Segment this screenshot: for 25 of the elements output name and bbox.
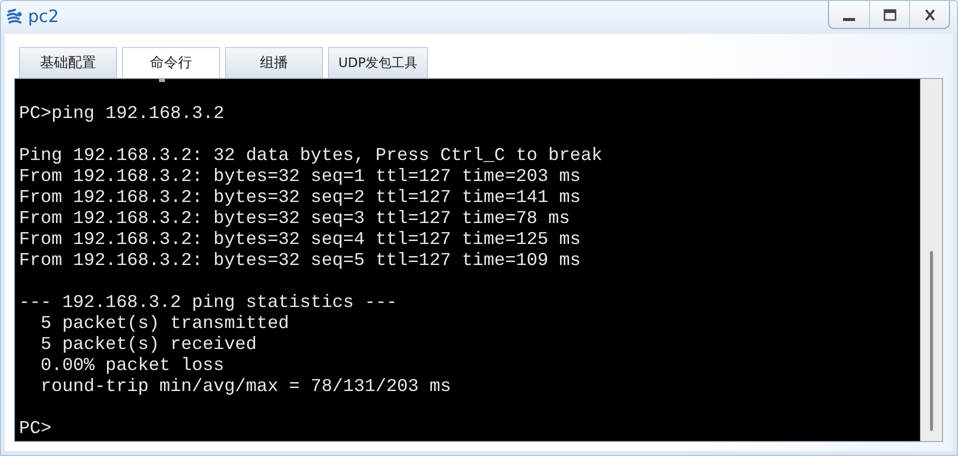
window-title: pc2 — [28, 7, 59, 27]
terminal-line: From 192.168.3.2: bytes=32 seq=3 ttl=127 time=78 ms — [19, 209, 570, 230]
scrollbar[interactable] — [920, 79, 942, 441]
minimize-icon — [843, 18, 855, 20]
maximize-icon — [882, 8, 896, 22]
app-icon — [6, 8, 24, 26]
terminal-line: From 192.168.3.2: bytes=32 seq=4 ttl=127 time=125 ms — [19, 230, 581, 251]
terminal-line: 5 packet(s) transmitted — [40, 314, 290, 335]
tab[interactable]: 组播 — [225, 47, 323, 78]
cut-text-mark — [159, 79, 165, 82]
tab[interactable]: 命令行 — [122, 47, 220, 78]
tab[interactable]: 基础配置 — [19, 47, 117, 78]
terminal-line: 5 packet(s) received — [40, 335, 257, 356]
terminal-line: --- 192.168.3.2 ping statistics --- — [19, 293, 398, 314]
tab[interactable]: UDP发包工具 — [328, 47, 428, 78]
terminal-line: From 192.168.3.2: bytes=32 seq=1 ttl=127 time=203 ms — [19, 167, 581, 188]
terminal-line: From 192.168.3.2: bytes=32 seq=5 ttl=127 time=109 ms — [19, 251, 581, 272]
terminal-line: PC> — [19, 419, 52, 440]
close-icon — [922, 8, 936, 22]
scroll-thumb[interactable] — [930, 251, 933, 431]
terminal-line: 0.00% packet loss — [40, 356, 224, 377]
terminal-line: From 192.168.3.2: bytes=32 seq=2 ttl=127 time=141 ms — [19, 188, 581, 209]
terminal-line: PC>ping 192.168.3.2 — [19, 104, 224, 125]
terminal-line: Ping 192.168.3.2: 32 data bytes, Press Ctrl_C to break — [19, 146, 602, 167]
terminal-line: round-trip min/avg/max = 78/131/203 ms — [40, 377, 452, 398]
